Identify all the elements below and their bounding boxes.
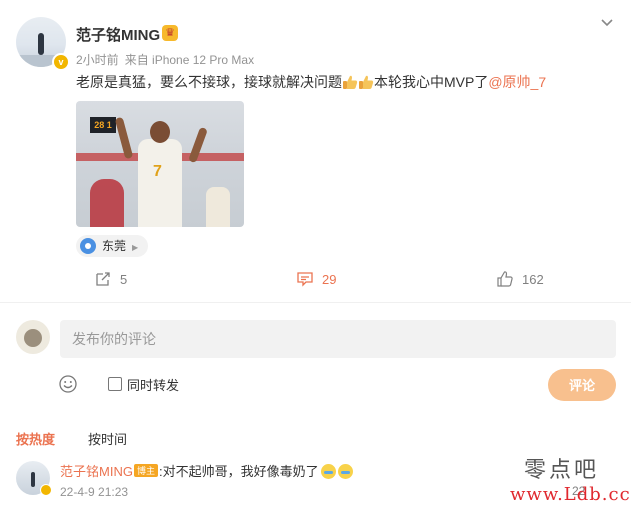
tab-sort-time[interactable]: 按时间 (88, 429, 127, 448)
play-arrow-icon: ▶ (132, 243, 139, 252)
repost-checkbox[interactable] (108, 377, 122, 391)
comment-icon (297, 272, 313, 287)
post-image[interactable]: 28 1 7 (76, 101, 244, 227)
thumbs-up-emoji-icon (343, 75, 358, 89)
location-tag[interactable]: 东莞 ▶ (76, 235, 149, 257)
comment-button[interactable]: 29 (296, 270, 336, 288)
like-icon (497, 271, 513, 287)
location-label: 东莞 (102, 239, 127, 253)
comment-input[interactable] (60, 320, 616, 358)
repost-icon (96, 272, 110, 286)
post-time[interactable]: 2小时前 (76, 53, 119, 67)
owner-badge: 博主 (133, 464, 158, 477)
verified-badge (40, 484, 52, 496)
location-pin-icon (80, 238, 96, 254)
repost-checkbox-label[interactable]: 同时转发 (127, 375, 179, 394)
submit-comment-button[interactable]: 评论 (548, 369, 616, 401)
post-source: 来自 iPhone 12 Pro Max (124, 53, 255, 67)
post-text-part2: 本轮我心中MVP了 (374, 74, 489, 90)
comment-text: :对不起帅哥，我好像毒奶了 (158, 464, 319, 479)
emoji-smile-icon[interactable] (58, 374, 78, 394)
like-count: 162 (522, 272, 544, 287)
like-button[interactable]: 162 (496, 270, 544, 288)
crown-icon: ♛ (162, 25, 178, 41)
repost-button[interactable]: 5 (94, 270, 127, 288)
post-meta: 2小时前 来自 iPhone 12 Pro Max (76, 51, 260, 68)
scoreboard: 28 1 (90, 117, 116, 133)
repost-count: 5 (120, 272, 128, 287)
tab-sort-hot[interactable]: 按热度 (16, 429, 55, 448)
comment-author[interactable]: 范子铭MING (60, 464, 133, 479)
thumbs-up-emoji-icon (359, 75, 374, 89)
verified-badge: v (52, 53, 70, 71)
my-avatar[interactable] (16, 320, 50, 354)
mention-link[interactable]: @原帅_7 (488, 74, 546, 90)
crying-emoji-icon (337, 464, 353, 479)
jersey-number: 7 (153, 163, 162, 180)
chevron-down-icon[interactable] (597, 12, 617, 32)
author-name[interactable]: 范子铭MING (76, 24, 160, 45)
comment-count: 29 (322, 272, 337, 287)
watermark-url: www.Ldb.cc (510, 484, 631, 505)
post-text: 老原是真猛，要么不接球，接球就解决问题 本轮我心中MVP了@原帅_7 (76, 72, 546, 92)
crying-emoji-icon (320, 464, 336, 479)
watermark-title: 零点吧 (524, 458, 600, 483)
comment-time: 22-4-9 21:23 (60, 485, 129, 499)
comment-body: 范子铭MING 博主:对不起帅哥，我好像毒奶了 (60, 461, 353, 480)
divider (0, 302, 631, 303)
post-text-part1: 老原是真猛，要么不接球，接球就解决问题 (76, 74, 342, 90)
